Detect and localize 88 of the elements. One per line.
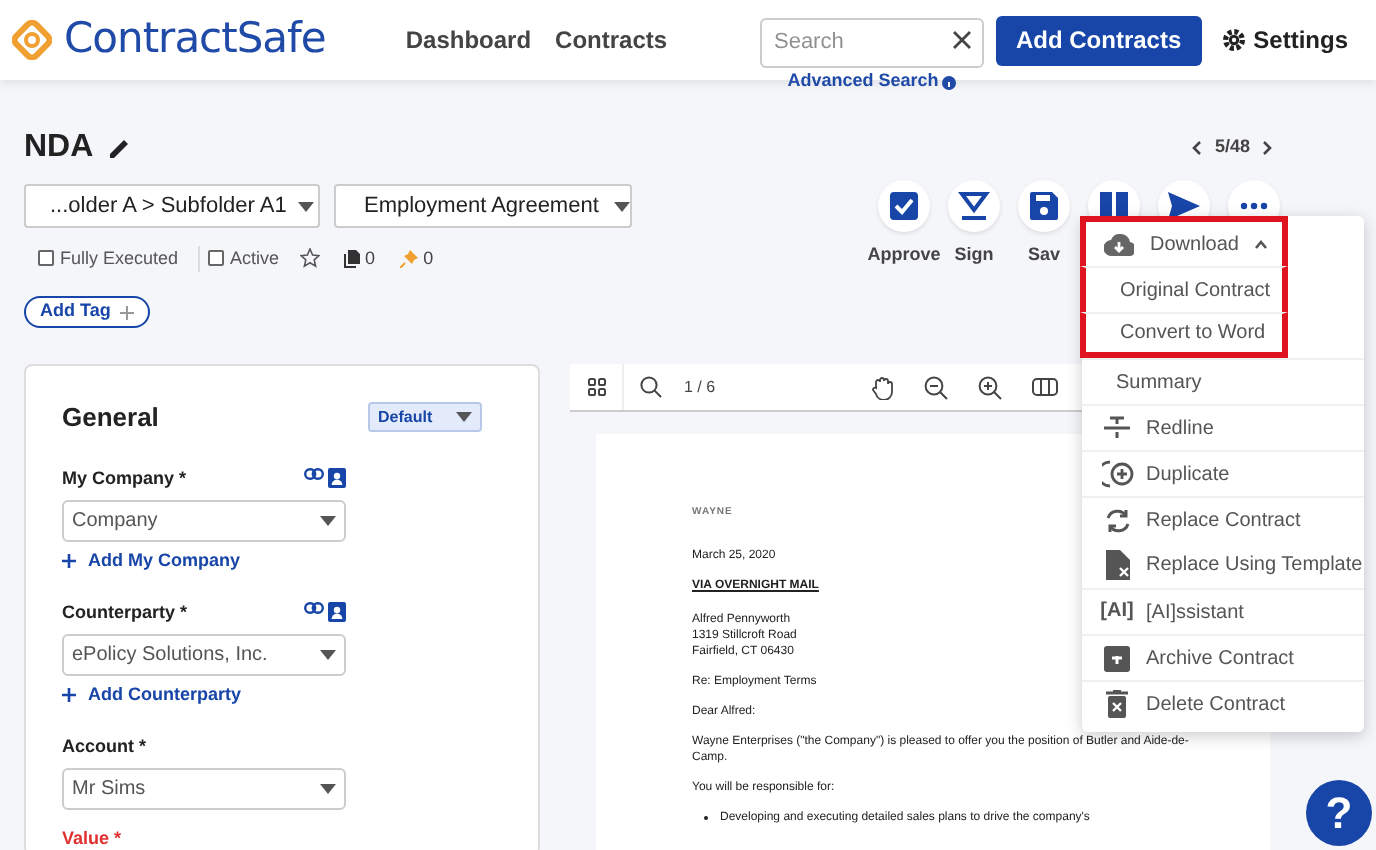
add-link[interactable]: Add Counterparty bbox=[62, 682, 241, 709]
action-label: Sign bbox=[954, 242, 994, 268]
pin-icon bbox=[399, 249, 418, 268]
select-field[interactable]: Mr Sims bbox=[62, 768, 346, 810]
gear-icon bbox=[1221, 28, 1246, 52]
menu-item[interactable]: Original Contract bbox=[1080, 266, 1288, 312]
plus-icon bbox=[62, 688, 76, 703]
duplicate-icon bbox=[1101, 460, 1133, 488]
sign-button[interactable] bbox=[948, 180, 1000, 232]
logo-text[interactable]: ContractSafe bbox=[64, 8, 326, 72]
menu-item[interactable]: Replace Contract bbox=[1082, 496, 1364, 542]
caret-icon bbox=[320, 650, 336, 660]
checkbox-icon bbox=[890, 192, 918, 220]
help-button[interactable]: ? bbox=[1306, 780, 1372, 846]
previous-icon[interactable] bbox=[1192, 140, 1203, 156]
hand-icon[interactable] bbox=[871, 375, 894, 399]
field-label: Counterparty * bbox=[62, 599, 188, 626]
caret-icon bbox=[456, 412, 472, 423]
pager-text: 5/48 bbox=[1214, 134, 1250, 161]
document-icon bbox=[1105, 550, 1129, 580]
add-tag-button[interactable]: Add Tag bbox=[24, 296, 151, 328]
link-icon[interactable] bbox=[304, 602, 324, 615]
archive-icon bbox=[1104, 645, 1130, 671]
save-button[interactable] bbox=[1018, 180, 1070, 232]
menu-item[interactable]: Summary bbox=[1082, 358, 1364, 404]
section-title: General bbox=[62, 400, 159, 436]
select-field[interactable]: ePolicy Solutions, Inc. bbox=[62, 634, 346, 676]
send-icon bbox=[1168, 192, 1200, 220]
save-icon bbox=[1030, 192, 1058, 220]
nav-link[interactable]: Dashboard bbox=[405, 22, 532, 58]
caret-icon bbox=[320, 784, 336, 794]
menu-item[interactable]: Convert to Word bbox=[1080, 312, 1288, 358]
field-label: My Company * bbox=[62, 465, 187, 492]
link-icon[interactable] bbox=[304, 468, 324, 481]
more-icon bbox=[1240, 202, 1268, 210]
contract-title: NDA bbox=[24, 128, 94, 168]
caret-icon bbox=[320, 516, 336, 526]
menu-item[interactable]: [AI] [AI]ssistant bbox=[1082, 588, 1364, 634]
trash-icon bbox=[1106, 690, 1128, 718]
menu-item[interactable]: Delete Contract bbox=[1082, 680, 1364, 726]
menu-item[interactable]: Archive Contract bbox=[1082, 634, 1364, 680]
action-label: Sav bbox=[1027, 242, 1060, 268]
next-icon[interactable] bbox=[1262, 140, 1272, 156]
zoom-in-icon[interactable] bbox=[977, 375, 1002, 399]
signature-icon bbox=[958, 190, 990, 222]
search-icon[interactable] bbox=[640, 376, 662, 398]
contact-icon[interactable] bbox=[328, 602, 346, 623]
files-count: 0 bbox=[365, 245, 376, 271]
action-label: Approve bbox=[867, 242, 941, 268]
add-link[interactable]: Add My Company bbox=[62, 548, 241, 575]
download-menu-item[interactable]: Download bbox=[1080, 216, 1288, 266]
two-page-icon[interactable] bbox=[1031, 378, 1058, 396]
field-label: Account * bbox=[62, 733, 147, 759]
menu-item[interactable]: Redline bbox=[1082, 404, 1364, 450]
page-indicator: 1 / 6 bbox=[684, 375, 716, 399]
close-icon[interactable] bbox=[951, 30, 972, 51]
search-field[interactable]: Search bbox=[759, 17, 984, 68]
files-icon bbox=[343, 249, 360, 268]
settings-button[interactable]: Settings bbox=[1221, 22, 1348, 58]
strikethrough-icon bbox=[1104, 416, 1130, 440]
approve-button[interactable] bbox=[878, 180, 930, 232]
caret-icon bbox=[614, 201, 631, 211]
checkbox[interactable]: Active bbox=[198, 245, 288, 272]
grid-icon[interactable] bbox=[587, 378, 605, 396]
nav-link[interactable]: Contracts bbox=[555, 22, 668, 58]
type-dropdown[interactable]: Employment Agreement bbox=[334, 184, 632, 228]
folder-dropdown[interactable]: ...older A > Subfolder A1 bbox=[24, 184, 320, 228]
advanced-search-link[interactable]: Advanced Search bbox=[787, 68, 939, 96]
checkbox[interactable]: Fully Executed bbox=[38, 245, 187, 272]
plus-icon bbox=[62, 554, 76, 569]
menu-item[interactable]: Replace Using Template bbox=[1082, 542, 1364, 588]
caret-icon bbox=[298, 201, 315, 211]
add-contracts-button[interactable]: Add Contracts bbox=[995, 15, 1202, 65]
plus-icon bbox=[120, 305, 135, 319]
columns-icon bbox=[1100, 192, 1128, 220]
field-label: Value * bbox=[62, 826, 122, 850]
select-field[interactable]: Company bbox=[62, 500, 346, 542]
zoom-out-icon[interactable] bbox=[923, 375, 948, 399]
ai-icon: [AI] bbox=[1100, 602, 1134, 622]
pencil-icon[interactable] bbox=[109, 138, 130, 158]
view-dropdown[interactable]: Default bbox=[368, 402, 482, 433]
contact-icon[interactable] bbox=[328, 468, 346, 489]
menu-item[interactable]: Duplicate bbox=[1082, 450, 1364, 496]
star-icon[interactable] bbox=[299, 248, 320, 269]
refresh-icon bbox=[1103, 507, 1131, 533]
pins-count: 0 bbox=[423, 245, 434, 271]
cloud-download-icon bbox=[1104, 233, 1134, 255]
logo-icon bbox=[12, 20, 52, 60]
